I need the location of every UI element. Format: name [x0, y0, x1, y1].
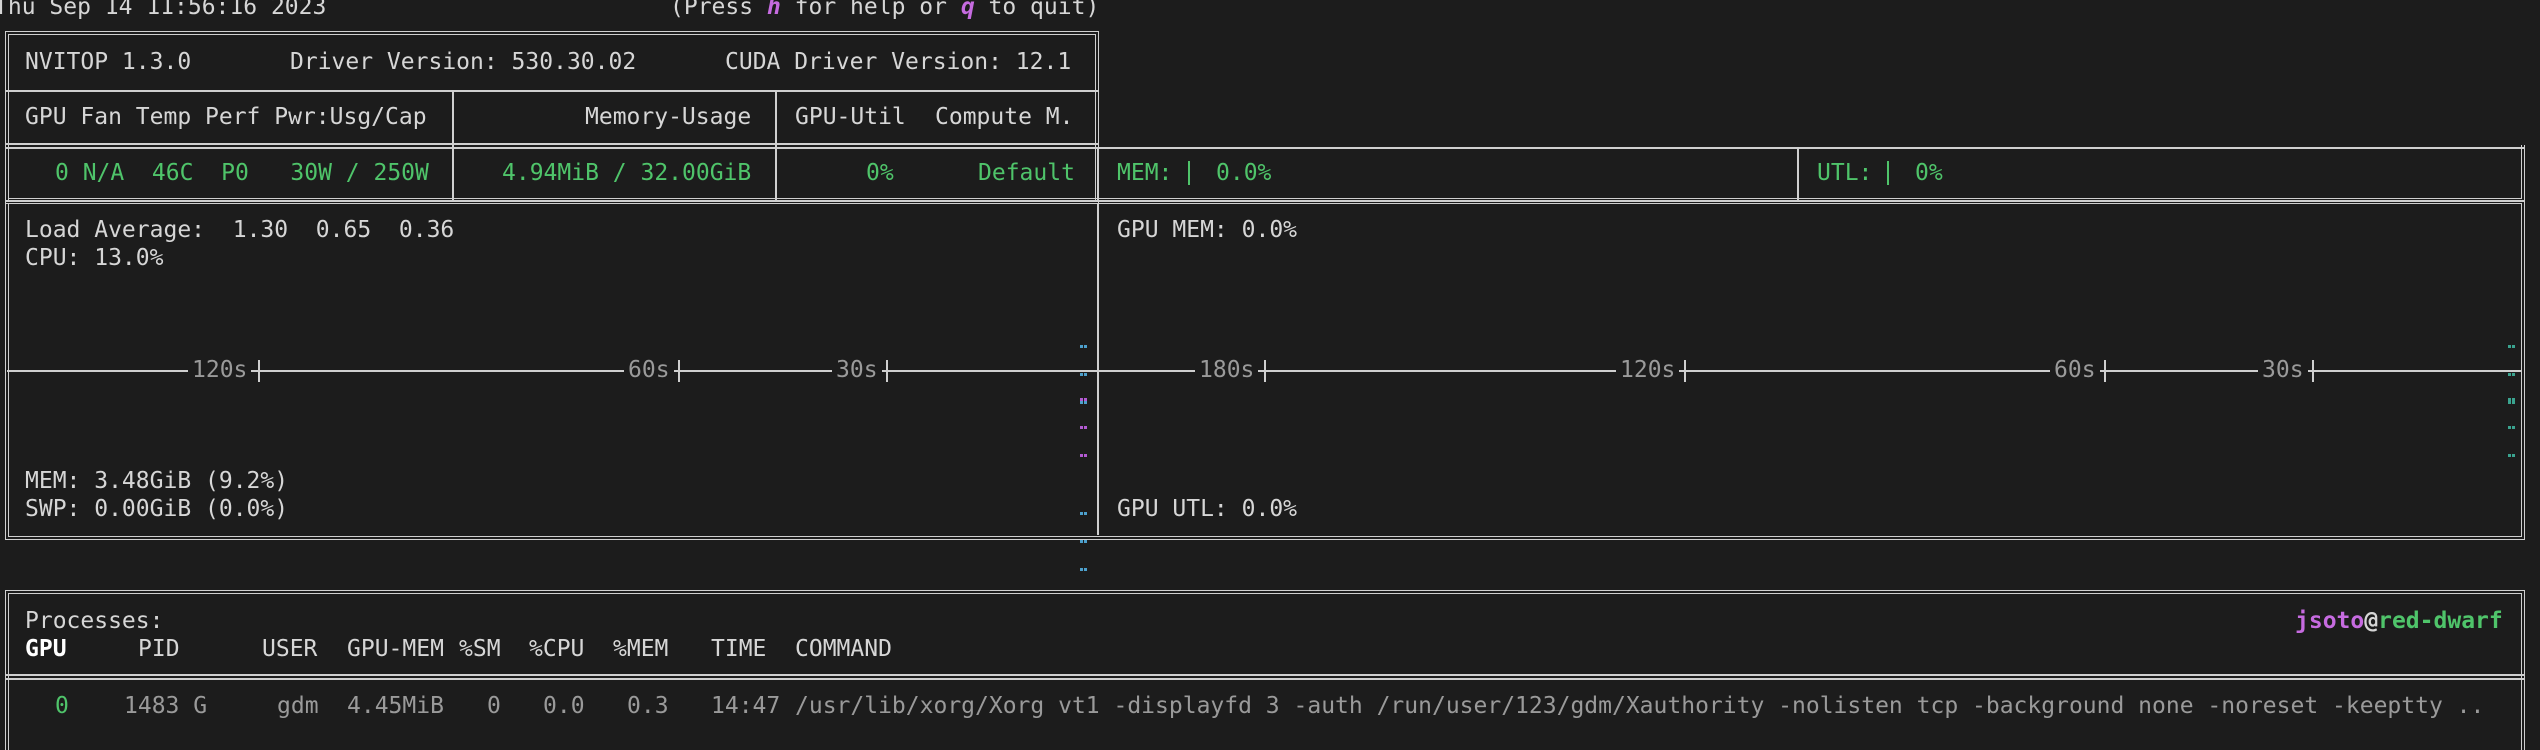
process-user: gdm — [277, 693, 319, 719]
graph-split — [1097, 203, 1099, 535]
process-time: 14:47 — [711, 693, 781, 719]
swap-usage: SWP: 0.00GiB (0.0%) — [25, 496, 289, 522]
utl-bar-cursor — [1887, 161, 1889, 185]
host-axis-tick-mark — [678, 360, 680, 382]
gpu-axis-tick-30s: 30s — [2258, 356, 2308, 384]
col-pid: PID — [138, 636, 180, 662]
col-gpu: GPU — [25, 636, 67, 662]
gpu-mem-graph-label: GPU MEM: 0.0% — [1117, 217, 1298, 243]
load-average-label: Load Average: — [25, 217, 206, 243]
process-gpu-mem: 4.45MiB — [347, 693, 444, 719]
gpu-axis-tick-mark — [1264, 360, 1266, 382]
gpu-stats[interactable]: 0 N/A 46C P0 30W / 250W — [55, 159, 429, 187]
processes-header-divider — [5, 674, 2525, 676]
help-hint: (Press h for help or q to quit) — [670, 0, 1099, 21]
user-host: jsoto@red-dwarf — [2295, 607, 2503, 635]
processes-header-divider-2 — [5, 678, 2525, 680]
gpu-axis-tick-120s: 120s — [1616, 356, 1680, 384]
mem-bar-label: MEM: — [1117, 160, 1173, 186]
load-average: Load Average: 1.30 0.65 0.36 — [25, 216, 454, 244]
current-user: jsoto — [2295, 608, 2365, 634]
swp-graph-marker-icon — [1080, 502, 1088, 571]
mem-graph-marker-icon — [1080, 388, 1088, 457]
process-command: /usr/lib/xorg/Xorg vt1 -displayfd 3 -aut… — [795, 693, 2485, 719]
process-sm: 0 — [487, 693, 501, 719]
col-header-gpu: GPU Fan Temp Perf Pwr:Usg/Cap — [25, 104, 427, 130]
col-mem: %MEM — [613, 636, 669, 662]
process-pid: 1483 G — [124, 693, 208, 719]
col-header-util: GPU-Util — [795, 104, 906, 130]
user-host-at: @ — [2364, 608, 2379, 634]
help-middle: for help or — [780, 0, 961, 20]
cuda-version: CUDA Driver Version: 12.1 — [725, 49, 1072, 75]
utl-bar-value: 0% — [1915, 160, 1943, 186]
host-axis-tick-120s: 120s — [188, 356, 252, 384]
mem-bar-cursor — [1188, 161, 1190, 185]
gpu-util: 0% — [866, 160, 894, 186]
gpu-axis-tick-mark — [2104, 360, 2106, 382]
col-cpu: %CPU — [529, 636, 585, 662]
host-axis-tick-30s: 30s — [832, 356, 882, 384]
help-key-h[interactable]: h — [767, 0, 781, 20]
col-user: USER — [262, 636, 318, 662]
load-average-values: 1.30 0.65 0.36 — [232, 217, 455, 243]
bar-divider — [1797, 147, 1799, 200]
col-time: TIME — [711, 636, 767, 662]
process-cpu: 0.0 — [543, 693, 585, 719]
host-axis-tick-mark — [258, 360, 260, 382]
host-name: red-dwarf — [2378, 608, 2503, 634]
info-divider — [5, 90, 1099, 92]
driver-version: Driver Version: 530.30.02 — [290, 49, 637, 75]
processes-title: Processes: — [25, 608, 164, 634]
gpu-axis-tick-mark — [2312, 360, 2314, 382]
mem-bar-value: 0.0% — [1216, 160, 1272, 186]
col-sm: %SM — [459, 636, 501, 662]
col-command: COMMAND — [795, 636, 892, 662]
utl-bar-label: UTL: — [1817, 160, 1873, 186]
col-header-memory: Memory-Usage — [585, 104, 752, 130]
col-header-compute: Compute M. — [935, 104, 1074, 130]
host-mem-usage: MEM: 3.48GiB (9.2%) — [25, 468, 289, 494]
gpu-utl-graph-marker-icon — [2508, 388, 2516, 457]
cpu-usage: CPU: 13.0% — [25, 245, 164, 271]
gpu-axis-tick-60s: 60s — [2050, 356, 2100, 384]
host-axis-tick-60s: 60s — [624, 356, 674, 384]
gpu-axis-tick-180s: 180s — [1195, 356, 1259, 384]
process-mem: 0.3 — [627, 693, 669, 719]
gpu-mem-graph-marker-icon — [2508, 335, 2516, 404]
gpu-utl-graph-label: GPU UTL: 0.0% — [1117, 496, 1298, 522]
datetime: Thu Sep 14 11:56:16 2023 — [0, 0, 327, 20]
help-suffix: to quit) — [974, 0, 1100, 20]
host-axis-tick-mark — [886, 360, 888, 382]
cpu-graph-marker-icon — [1080, 335, 1088, 404]
gpu-memory-usage: 4.94MiB / 32.00GiB — [502, 160, 752, 186]
gpu-axis-tick-mark — [1684, 360, 1686, 382]
col-gpu-mem: GPU-MEM — [347, 636, 444, 662]
help-prefix: (Press — [670, 0, 767, 20]
process-gpu: 0 — [55, 693, 69, 719]
help-key-q[interactable]: q — [961, 0, 975, 20]
processes-panel — [5, 590, 2525, 750]
gpu-compute-mode: Default — [978, 160, 1075, 186]
nvitop-version: NVITOP 1.3.0 — [25, 49, 192, 75]
